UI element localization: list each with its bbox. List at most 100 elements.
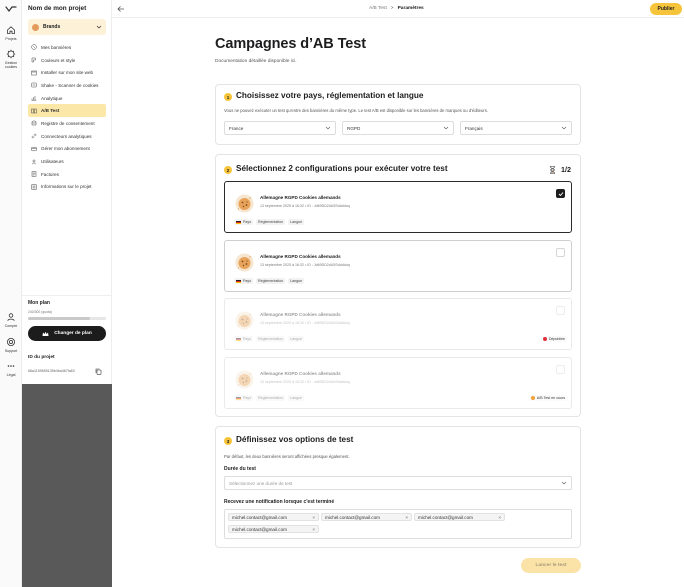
sidebar-item-scanner[interactable]: Shake - Scanner de cookies — [28, 79, 106, 92]
sidebar-item-analytics[interactable]: Analytique — [28, 92, 106, 105]
config-card[interactable]: Allemagne RGPD Cookies allemands 13 septe… — [224, 181, 572, 233]
config-checkbox[interactable] — [556, 248, 565, 257]
rail-label: Projets — [5, 37, 17, 41]
top-bar: A/B Test > Paramètres Publier — [112, 0, 684, 18]
config-name: Allemagne RGPD Cookies allemands — [260, 254, 341, 259]
language-select[interactable]: Français — [460, 121, 572, 135]
regulation-select-value: RGPD — [347, 125, 361, 131]
sidebar-item-install[interactable]: Installer sur mon site web — [28, 66, 106, 79]
documentation-link[interactable]: Documentation détaillée disponible ici. — [215, 59, 297, 64]
country-select[interactable]: France — [224, 121, 336, 135]
change-plan-button[interactable]: Changer de plan — [28, 326, 106, 341]
user-icon — [7, 313, 15, 321]
config-checkbox[interactable] — [556, 306, 565, 315]
sidebar-item-label: Registre de consentement — [41, 120, 95, 126]
banner-icon — [31, 44, 37, 50]
status-badge: Dépubliée — [540, 336, 567, 342]
rail-item-support[interactable]: Support — [0, 337, 22, 353]
step3-number: 3 — [224, 437, 232, 445]
rail-label: Gestion cookies — [4, 61, 18, 69]
cookie-icon — [235, 311, 254, 330]
sidebar-item-label: Utilisateurs — [41, 159, 64, 165]
rail-item-projects[interactable]: Projets — [0, 25, 22, 41]
config-card[interactable]: Allemagne RGPD Cookies allemands 13 septe… — [224, 298, 572, 350]
step2-title: Sélectionnez 2 configurations pour exécu… — [236, 164, 448, 173]
copy-icon[interactable] — [95, 368, 102, 375]
sidebar-item-connectors[interactable]: Connecteurs analytiques — [28, 130, 106, 143]
rail-item-legal[interactable]: Légal — [0, 361, 22, 377]
cookie-icon — [235, 194, 254, 213]
breadcrumb-parent[interactable]: A/B Test — [369, 6, 387, 11]
sidebar-item-label: Gérer mon abonnement — [41, 146, 90, 152]
config-tags: Pays Réglementation Langue — [234, 395, 305, 401]
sidebar-item-registry[interactable]: Registre de consentement — [28, 117, 106, 130]
duration-select[interactable]: Sélectionnez une durée de test — [224, 476, 572, 490]
config-tag-label: Pays — [243, 396, 251, 400]
scanner-icon — [31, 83, 37, 88]
brand-select[interactable]: Brands — [28, 19, 106, 35]
sidebar-item-project-info[interactable]: Informations sur le projet — [28, 181, 106, 194]
app-logo-icon[interactable] — [5, 5, 17, 13]
close-icon[interactable]: × — [312, 515, 315, 520]
rail-item-cookies[interactable]: Gestion cookies — [0, 49, 22, 69]
config-tag: Pays — [234, 395, 253, 401]
sidebar-item-ab-test[interactable]: A/B Test — [28, 104, 106, 118]
publish-button[interactable]: Publier — [650, 3, 682, 15]
config-tag: Langue — [288, 219, 305, 225]
plan-progress-fill — [28, 317, 91, 320]
config-id: ID : Jd69DD2dU5Sdddduq — [307, 321, 350, 325]
config-name: Allemagne RGPD Cookies allemands — [260, 371, 341, 376]
step3-title: Définissez vos options de test — [236, 435, 354, 444]
close-icon[interactable]: × — [498, 515, 501, 520]
config-meta: 13 septembre 2025 à 16:32 • ID : Jd69DD2… — [260, 204, 350, 208]
sidebar-item-colors[interactable]: Couleurs et style — [28, 54, 106, 67]
notification-label: Recevez une notification lorsque c'est t… — [224, 499, 335, 505]
sidebar-item-subscription[interactable]: Gérer mon abonnement — [28, 143, 106, 156]
config-card[interactable]: Allemagne RGPD Cookies allemands 13 septe… — [224, 357, 572, 409]
config-tag: Pays — [234, 219, 253, 225]
selection-counter: 1/2 — [549, 165, 571, 174]
sidebar-item-label: Couleurs et style — [41, 57, 76, 63]
config-id: ID : Jd69DD2dU5Sdddduq — [307, 263, 350, 267]
selection-counter-value: 1/2 — [561, 165, 571, 174]
cookie-icon — [235, 370, 254, 389]
hourglass-icon — [550, 165, 555, 174]
email-chip: michel.contact@gmail.com × — [321, 513, 412, 521]
code-icon — [31, 70, 37, 75]
sidebar-item-users[interactable]: Utilisateurs — [28, 155, 106, 168]
flag-icon — [236, 279, 241, 283]
breadcrumb-separator: > — [390, 6, 394, 11]
config-tag: Langue — [288, 278, 305, 284]
sidebar-item-label: Connecteurs analytiques — [41, 133, 92, 139]
config-tag-label: Réglementation — [258, 220, 284, 224]
step1-title: Choisissez votre pays, réglementation et… — [236, 91, 424, 100]
config-tag: Réglementation — [256, 219, 286, 225]
close-icon[interactable]: × — [405, 515, 408, 520]
info-icon — [31, 184, 37, 190]
config-tag-label: Réglementation — [258, 337, 284, 341]
config-name: Allemagne RGPD Cookies allemands — [260, 195, 341, 200]
rail-label: Support — [4, 349, 18, 353]
rail-item-account[interactable]: Compte — [0, 312, 22, 328]
sidebar-item-label: A/B Test — [41, 108, 60, 114]
config-tag-label: Réglementation — [258, 279, 284, 283]
sidebar-item-invoices[interactable]: Factures — [28, 168, 106, 181]
config-checkbox[interactable] — [556, 189, 565, 198]
sidebar-item-banners[interactable]: Mes bannières — [28, 41, 106, 54]
close-icon[interactable]: × — [312, 527, 315, 532]
check-icon — [558, 191, 563, 196]
status-label: A/B Test en cours — [536, 396, 565, 400]
left-rail: Projets Gestion cookies Compte Support L… — [0, 0, 22, 587]
launch-test-button[interactable]: Lancer le test — [521, 558, 581, 573]
support-icon — [7, 338, 15, 346]
config-date: 13 septembre 2025 à 16:32 — [260, 321, 304, 325]
config-checkbox[interactable] — [556, 365, 565, 374]
regulation-select[interactable]: RGPD — [342, 121, 454, 135]
back-arrow-icon[interactable] — [116, 4, 126, 14]
config-tags: Pays Réglementation Langue — [234, 219, 305, 225]
cookie-gear-icon — [6, 49, 16, 59]
flag-icon — [236, 220, 241, 224]
config-card[interactable]: Allemagne RGPD Cookies allemands 13 septe… — [224, 240, 572, 292]
brand-avatar — [32, 23, 39, 31]
step1-card: 1 Choisissez votre pays, réglementation … — [215, 84, 581, 145]
